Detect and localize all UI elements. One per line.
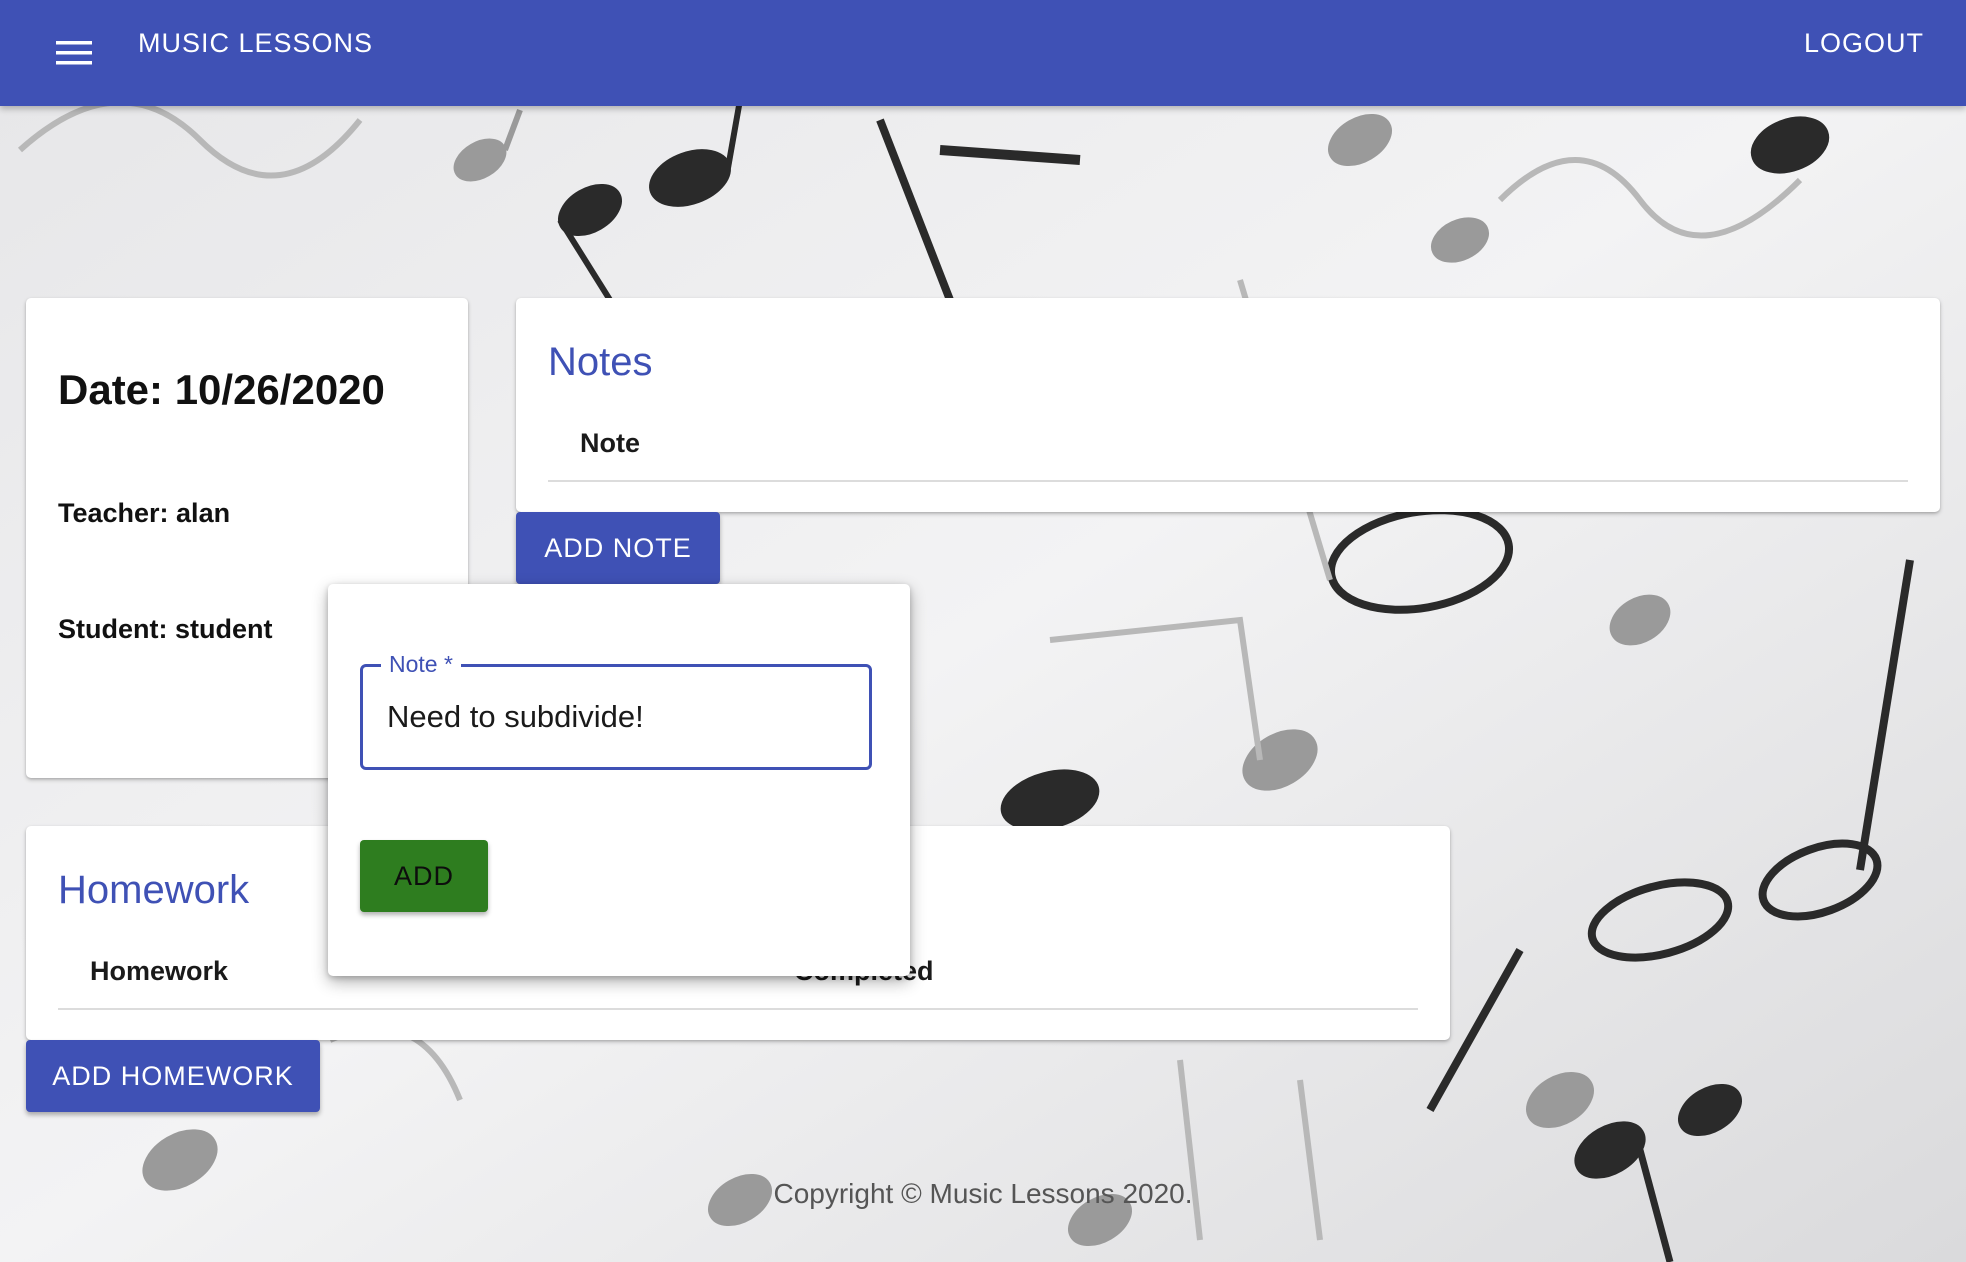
add-note-popover: Note * ADD — [328, 584, 910, 976]
notes-card: Notes Note — [516, 298, 1940, 512]
note-input[interactable] — [387, 695, 847, 739]
homework-title: Homework — [58, 868, 250, 912]
app-bar: MUSIC LESSONS LOGOUT — [0, 0, 1966, 106]
lesson-date: Date: 10/26/2020 — [58, 366, 385, 413]
add-note-button[interactable]: ADD NOTE — [516, 512, 720, 584]
app-title: MUSIC LESSONS — [138, 28, 374, 58]
footer-copyright: Copyright © Music Lessons 2020. — [773, 1178, 1193, 1209]
homework-table-divider — [58, 1008, 1418, 1010]
hamburger-menu-icon — [56, 41, 92, 65]
logout-button[interactable]: LOGOUT — [1804, 26, 1924, 60]
lesson-teacher: Teacher: alan — [58, 498, 231, 528]
add-homework-button[interactable]: ADD HOMEWORK — [26, 1040, 320, 1112]
notes-table-divider — [548, 480, 1908, 482]
add-button[interactable]: ADD — [360, 840, 488, 912]
notes-title: Notes — [548, 340, 653, 384]
note-field-label: Note * — [381, 650, 461, 678]
homework-column-header: Homework — [90, 956, 229, 986]
note-field[interactable]: Note * — [360, 650, 872, 770]
menu-button[interactable] — [44, 24, 104, 82]
lesson-student: Student: student — [58, 614, 273, 644]
notes-column-header: Note — [580, 428, 640, 458]
